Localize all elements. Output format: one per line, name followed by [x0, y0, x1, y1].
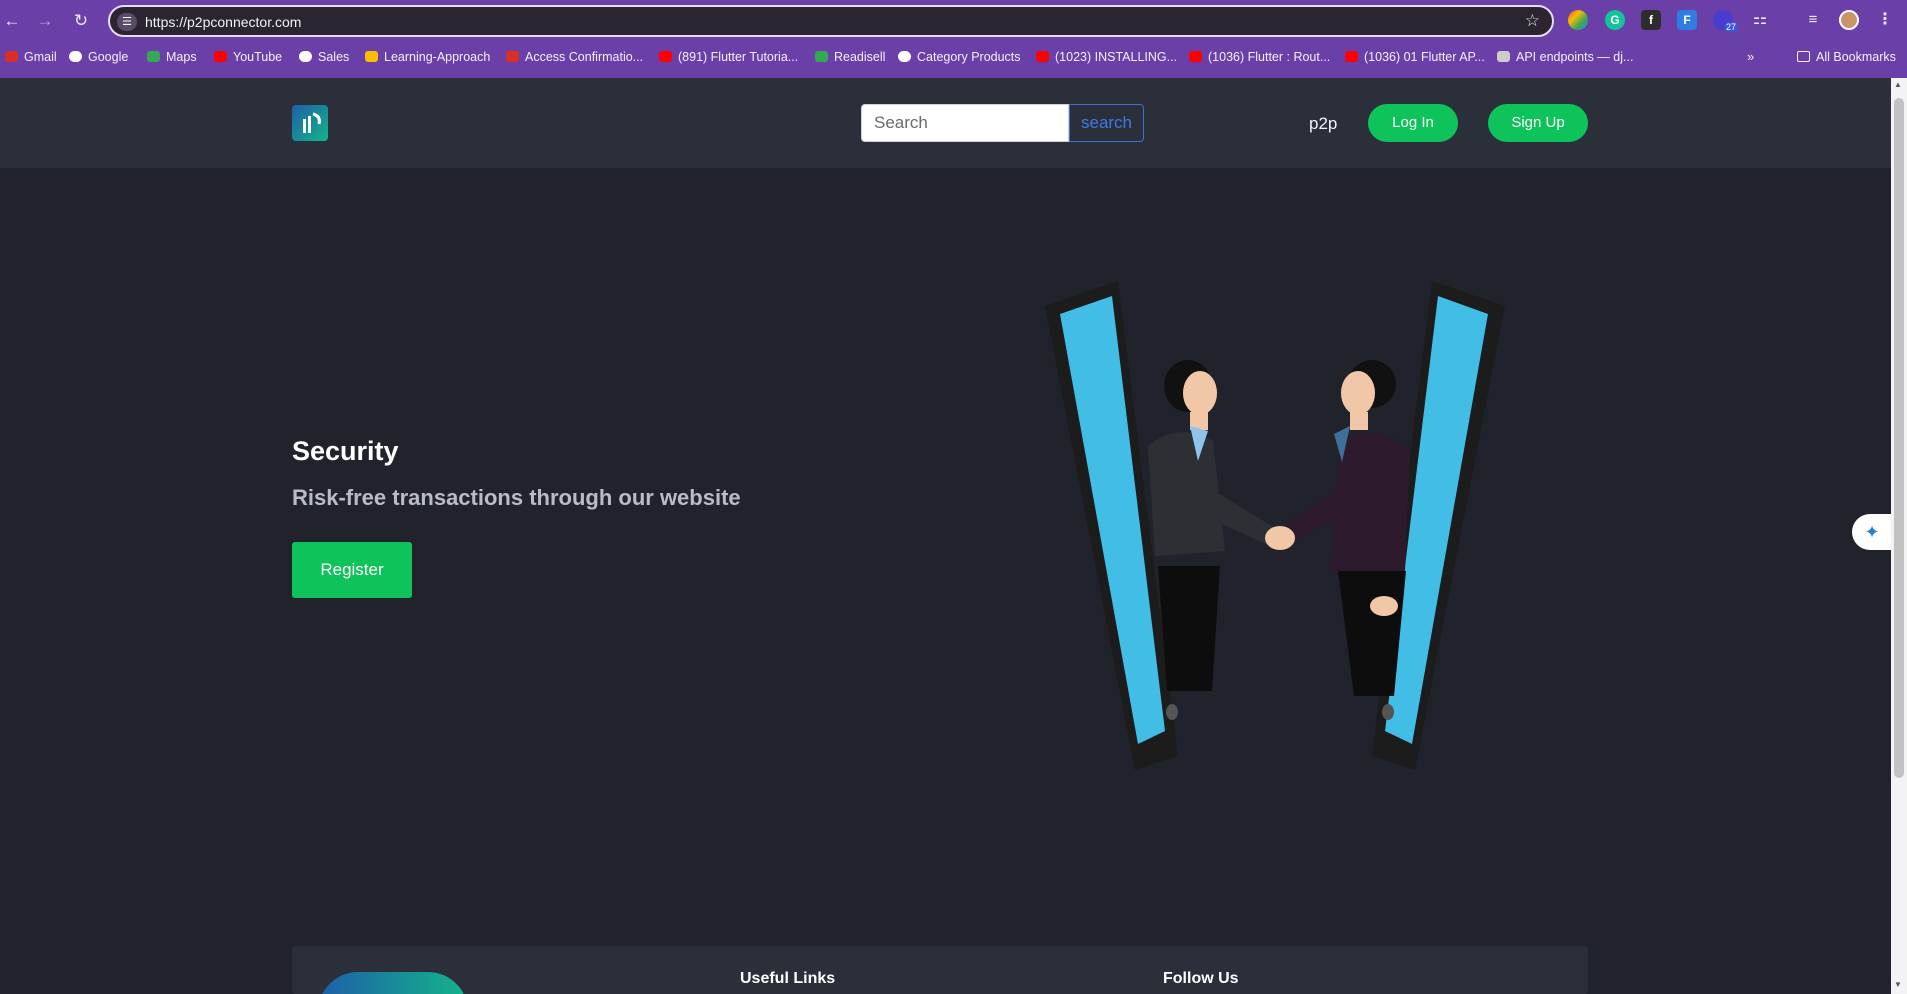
page-scrollbar[interactable]: ▲ ▼ [1891, 78, 1907, 994]
follow-us-heading: Follow Us [1163, 970, 1239, 987]
gmail-icon [506, 51, 519, 62]
url-text[interactable]: https://p2pconnector.com [145, 14, 301, 30]
youtube-icon [214, 51, 227, 62]
youtube-icon [659, 51, 672, 62]
extension-badge-count: 27 [1724, 22, 1739, 32]
bookmark-google[interactable]: Google [69, 48, 128, 66]
bookmark-label: (1023) INSTALLING... [1055, 50, 1178, 64]
bookmark-gmail[interactable]: Gmail [5, 48, 57, 66]
bookmark-star-icon[interactable]: ☆ [1525, 11, 1540, 31]
bookmarks-overflow-icon[interactable]: » [1747, 48, 1754, 66]
extension-fl-icon[interactable]: F [1677, 10, 1697, 30]
reading-list-icon[interactable]: ≡ [1803, 10, 1823, 30]
search-button[interactable]: search [1069, 104, 1144, 142]
hero-title: Security [292, 436, 399, 466]
youtube-icon [1345, 51, 1358, 62]
scrollbar-thumb[interactable] [1894, 98, 1904, 778]
hero-subtitle: Risk-free transactions through our websi… [292, 485, 741, 510]
extensions-puzzle-icon[interactable]: ⚏ [1750, 10, 1770, 30]
bookmark-label: (1036) 01 Flutter AP... [1364, 50, 1485, 64]
profile-avatar[interactable] [1839, 10, 1859, 30]
bookmark-label: Maps [166, 50, 197, 64]
bookmark-label: Readisell [834, 50, 886, 64]
site-info-icon[interactable]: ☰ [117, 13, 137, 31]
browser-menu-icon[interactable]: ⋮ [1875, 10, 1895, 30]
bookmark-label: (1036) Flutter : Rout... [1208, 50, 1331, 64]
globe-icon [299, 51, 312, 62]
bookmark-sales[interactable]: Sales [299, 48, 349, 66]
bookmarks-bar: Gmail Google Maps YouTube Sales Learning… [0, 46, 1907, 68]
reload-icon[interactable]: ↻ [69, 9, 93, 33]
scroll-up-icon[interactable]: ▲ [1894, 80, 1902, 89]
bookmark-label: Gmail [24, 50, 57, 64]
bookmark-label: Learning-Approach [384, 50, 491, 64]
navigation-row: ← → ↻ ☰ https://p2pconnector.com ☆ G f F… [0, 0, 1907, 42]
bookmark-maps[interactable]: Maps [147, 48, 197, 66]
footer-logo-shape [318, 972, 468, 994]
useful-links-heading: Useful Links [740, 970, 836, 987]
scroll-down-icon[interactable]: ▼ [1894, 980, 1902, 989]
all-bookmarks-label: All Bookmarks [1816, 50, 1896, 64]
grammarly-icon[interactable]: G [1605, 10, 1625, 30]
bookmark-label: Access Confirmatio... [525, 50, 644, 64]
signup-button[interactable]: Sign Up [1488, 104, 1588, 142]
document-icon [1497, 51, 1510, 62]
bookmark-label: API endpoints — dj... [1516, 50, 1634, 64]
bookmark-label: YouTube [233, 50, 283, 64]
youtube-icon [1036, 51, 1049, 62]
browser-toolbar: ← → ↻ ☰ https://p2pconnector.com ☆ G f F… [0, 0, 1907, 78]
logo-icon [303, 112, 321, 133]
bookmark-readisell[interactable]: Readisell [815, 48, 885, 66]
bookmark-flutter-tutorial[interactable]: (891) Flutter Tutoria... [659, 48, 798, 66]
formula-extension-icon[interactable]: f [1641, 10, 1661, 30]
learning-icon [365, 51, 378, 62]
bookmark-label: Sales [318, 50, 350, 64]
all-bookmarks-folder[interactable]: All Bookmarks [1797, 48, 1896, 66]
register-button[interactable]: Register [292, 542, 412, 598]
bookmark-label: (891) Flutter Tutoria... [678, 50, 799, 64]
bookmark-flutter-api[interactable]: (1036) 01 Flutter AP... [1345, 48, 1485, 66]
google-icon [69, 51, 82, 62]
forward-icon[interactable]: → [33, 9, 57, 33]
login-button[interactable]: Log In [1368, 104, 1458, 142]
site-header: Search search p2p Log In Sign Up [0, 78, 1891, 168]
address-bar[interactable]: ☰ https://p2pconnector.com ☆ [108, 5, 1554, 37]
handshake-illustration [1045, 281, 1505, 770]
maps-icon [147, 51, 160, 62]
bookmark-youtube[interactable]: YouTube [214, 48, 282, 66]
back-icon[interactable]: ← [0, 9, 24, 33]
footer-card: Useful Links Follow Us [292, 946, 1588, 994]
bookmark-api-endpoints[interactable]: API endpoints — dj... [1497, 48, 1633, 66]
site-logo[interactable] [292, 105, 328, 141]
gmail-icon [5, 51, 18, 62]
bookmark-learning-approach[interactable]: Learning-Approach [365, 48, 490, 66]
bookmark-flutter-route[interactable]: (1036) Flutter : Rout... [1189, 48, 1330, 66]
readisell-icon [815, 51, 828, 62]
bookmark-installing[interactable]: (1023) INSTALLING... [1036, 48, 1177, 66]
search-input[interactable]: Search [861, 104, 1069, 142]
bookmark-label: Category Products [917, 50, 1021, 64]
bookmark-category-products[interactable]: Category Products [898, 48, 1021, 66]
folder-icon [1797, 51, 1810, 62]
category-icon [898, 51, 911, 62]
extension-color-icon[interactable] [1568, 10, 1588, 30]
bookmark-access-confirmation[interactable]: Access Confirmatio... [506, 48, 643, 66]
bookmark-label: Google [88, 50, 129, 64]
youtube-icon [1189, 51, 1202, 62]
brand-link[interactable]: p2p [1309, 114, 1337, 134]
floating-assistant-icon[interactable]: ✦ [1852, 514, 1892, 550]
